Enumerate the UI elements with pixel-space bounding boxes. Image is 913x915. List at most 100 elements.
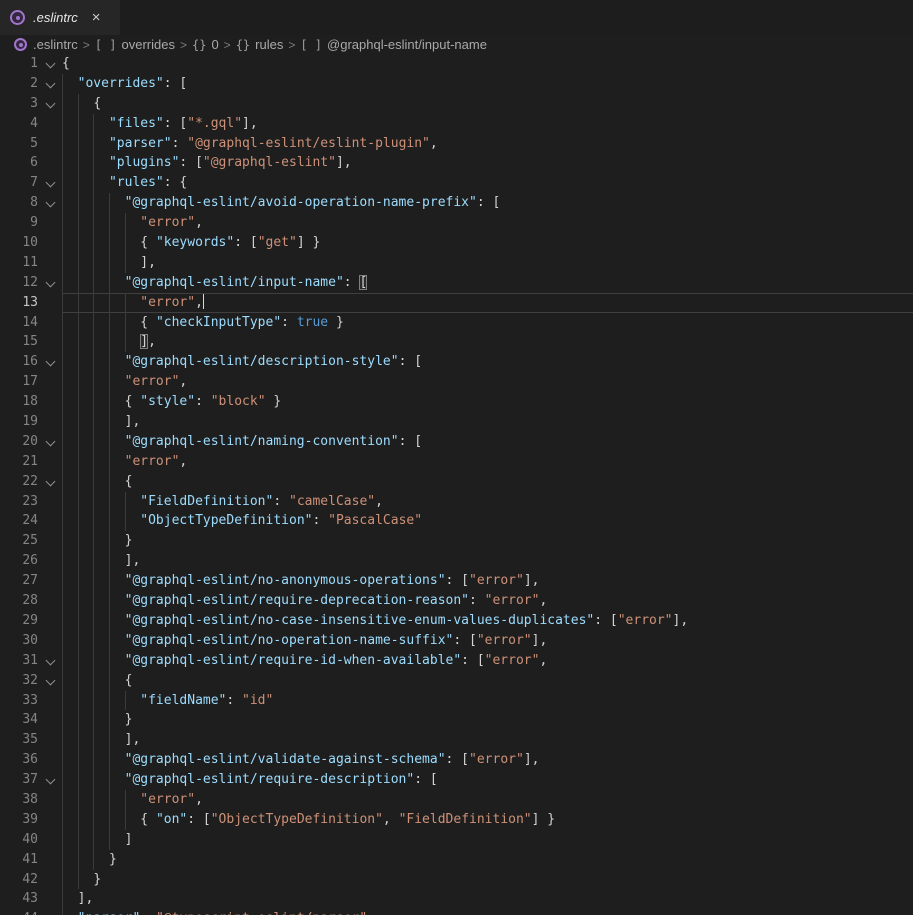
line-number: 43 — [0, 889, 38, 909]
line-number: 31 — [0, 651, 38, 671]
code-line[interactable]: 38 "error", — [0, 790, 913, 810]
code-line[interactable]: 8 "@graphql-eslint/avoid-operation-name-… — [0, 193, 913, 213]
fold-chevron-down-icon[interactable] — [46, 775, 56, 785]
line-number: 24 — [0, 511, 38, 531]
code-line[interactable]: 23 "FieldDefinition": "camelCase", — [0, 492, 913, 512]
indent-guide — [62, 432, 63, 452]
code-line[interactable]: 10 { "keywords": ["get"] } — [0, 233, 913, 253]
code-line[interactable]: 41 } — [0, 850, 913, 870]
code-line[interactable]: 21 "error", — [0, 452, 913, 472]
code-line[interactable]: 26 ], — [0, 551, 913, 571]
tab-eslintrc[interactable]: .eslintrc × — [0, 0, 120, 35]
fold-chevron-down-icon[interactable] — [46, 655, 56, 665]
code-line[interactable]: 4 "files": ["*.gql"], — [0, 114, 913, 134]
breadcrumb-item-0[interactable]: {}0 — [192, 37, 219, 52]
breadcrumb-label: @graphql-eslint/input-name — [327, 37, 487, 52]
code-line[interactable]: 36 "@graphql-eslint/validate-against-sch… — [0, 750, 913, 770]
fold-chevron-down-icon[interactable] — [46, 98, 56, 108]
indent-guide — [109, 193, 110, 213]
indent-guide — [78, 233, 79, 253]
code-line[interactable]: 27 "@graphql-eslint/no-anonymous-operati… — [0, 571, 913, 591]
code-line[interactable]: 31 "@graphql-eslint/require-id-when-avai… — [0, 651, 913, 671]
vscode-editor-window: .eslintrc × .eslintrc>[ ]overrides>{}0>{… — [0, 0, 913, 915]
code-line[interactable]: 34 } — [0, 710, 913, 730]
punctuation-token: ] — [125, 832, 133, 847]
punctuation-token: : [ — [461, 653, 484, 668]
code-line[interactable]: 6 "plugins": ["@graphql-eslint"], — [0, 153, 913, 173]
fold-chevron-down-icon[interactable] — [46, 277, 56, 287]
code-line[interactable]: 22 { — [0, 472, 913, 492]
chevron-right-icon: > — [224, 38, 231, 52]
string-token: "error" — [469, 752, 524, 767]
code-line[interactable]: 20 "@graphql-eslint/naming-convention": … — [0, 432, 913, 452]
indent-guide — [93, 134, 94, 154]
code-line[interactable]: 3 { — [0, 94, 913, 114]
code-line[interactable]: 33 "fieldName": "id" — [0, 691, 913, 711]
code-line[interactable]: 32 { — [0, 671, 913, 691]
indent-guide — [78, 611, 79, 631]
code-line[interactable]: 5 "parser": "@graphql-eslint/eslint-plug… — [0, 134, 913, 154]
code-line[interactable]: 16 "@graphql-eslint/description-style": … — [0, 352, 913, 372]
indent-guide — [62, 313, 63, 333]
code-line[interactable]: 18 { "style": "block" } — [0, 392, 913, 412]
code-line[interactable]: 1{ — [0, 54, 913, 74]
code-line[interactable]: 25 } — [0, 531, 913, 551]
indent-guide — [93, 631, 94, 651]
code-line[interactable]: 2 "overrides": [ — [0, 74, 913, 94]
breadcrumb-item--eslintrc[interactable]: .eslintrc — [14, 37, 78, 52]
line-number: 3 — [0, 94, 38, 114]
punctuation-token: } — [328, 315, 344, 330]
code-line[interactable]: 39 { "on": ["ObjectTypeDefinition", "Fie… — [0, 810, 913, 830]
breadcrumb-label: .eslintrc — [33, 37, 78, 52]
code-line[interactable]: 14 { "checkInputType": true } — [0, 313, 913, 333]
fold-chevron-down-icon[interactable] — [46, 436, 56, 446]
code-line[interactable]: 9 "error", — [0, 213, 913, 233]
string-token: "@graphql-eslint" — [203, 155, 336, 170]
punctuation-token: : [ — [414, 772, 437, 787]
code-line[interactable]: 37 "@graphql-eslint/require-description"… — [0, 770, 913, 790]
fold-chevron-down-icon[interactable] — [46, 675, 56, 685]
string-token: "error" — [469, 573, 524, 588]
code-line[interactable]: 19 ], — [0, 412, 913, 432]
code-line[interactable]: 43 ], — [0, 889, 913, 909]
indent-guide — [78, 730, 79, 750]
breadcrumb-item-rules[interactable]: {}rules — [236, 37, 284, 52]
fold-chevron-down-icon[interactable] — [46, 178, 56, 188]
breadcrumb-item-overrides[interactable]: [ ]overrides — [95, 37, 175, 52]
indent-guide — [93, 213, 94, 233]
indent-guide — [109, 492, 110, 512]
punctuation-token: : [ — [399, 434, 422, 449]
indent-guide — [62, 332, 63, 352]
code-line[interactable]: 17 "error", — [0, 372, 913, 392]
code-line[interactable]: 28 "@graphql-eslint/require-deprecation-… — [0, 591, 913, 611]
punctuation-token: { — [125, 673, 133, 688]
fold-chevron-down-icon[interactable] — [46, 59, 56, 69]
indent-guide — [93, 651, 94, 671]
property-key-token: "@graphql-eslint/no-case-insensitive-enu… — [125, 613, 595, 628]
breadcrumb-item--graphql-eslint-input-name[interactable]: [ ]@graphql-eslint/input-name — [300, 37, 487, 52]
close-icon[interactable]: × — [92, 10, 101, 25]
code-line[interactable]: 30 "@graphql-eslint/no-operation-name-su… — [0, 631, 913, 651]
indent-guide — [93, 671, 94, 691]
code-line[interactable]: 35 ], — [0, 730, 913, 750]
code-line[interactable]: 42 } — [0, 870, 913, 890]
code-line[interactable]: 40 ] — [0, 830, 913, 850]
fold-chevron-down-icon[interactable] — [46, 78, 56, 88]
punctuation-token: : [ — [594, 613, 617, 628]
code-line[interactable]: 44 "parser": "@typescript-eslint/parser" — [0, 909, 913, 915]
code-line[interactable]: 12 "@graphql-eslint/input-name": [ — [0, 273, 913, 293]
code-line[interactable]: 7 "rules": { — [0, 173, 913, 193]
code-line[interactable]: 11 ], — [0, 253, 913, 273]
indent-guide — [125, 233, 126, 253]
code-line[interactable]: 15 ], — [0, 332, 913, 352]
fold-chevron-down-icon[interactable] — [46, 198, 56, 208]
property-key-token: "style" — [140, 394, 195, 409]
indent-guide — [62, 273, 63, 293]
fold-chevron-down-icon[interactable] — [46, 476, 56, 486]
code-line[interactable]: 24 "ObjectTypeDefinition": "PascalCase" — [0, 511, 913, 531]
code-line[interactable]: 29 "@graphql-eslint/no-case-insensitive-… — [0, 611, 913, 631]
indent-guide — [62, 850, 63, 870]
code-line[interactable]: 13 "error", — [0, 293, 913, 313]
fold-chevron-down-icon[interactable] — [46, 357, 56, 367]
code-editor[interactable]: 1{2 "overrides": [3 {4 "files": ["*.gql"… — [0, 54, 913, 915]
